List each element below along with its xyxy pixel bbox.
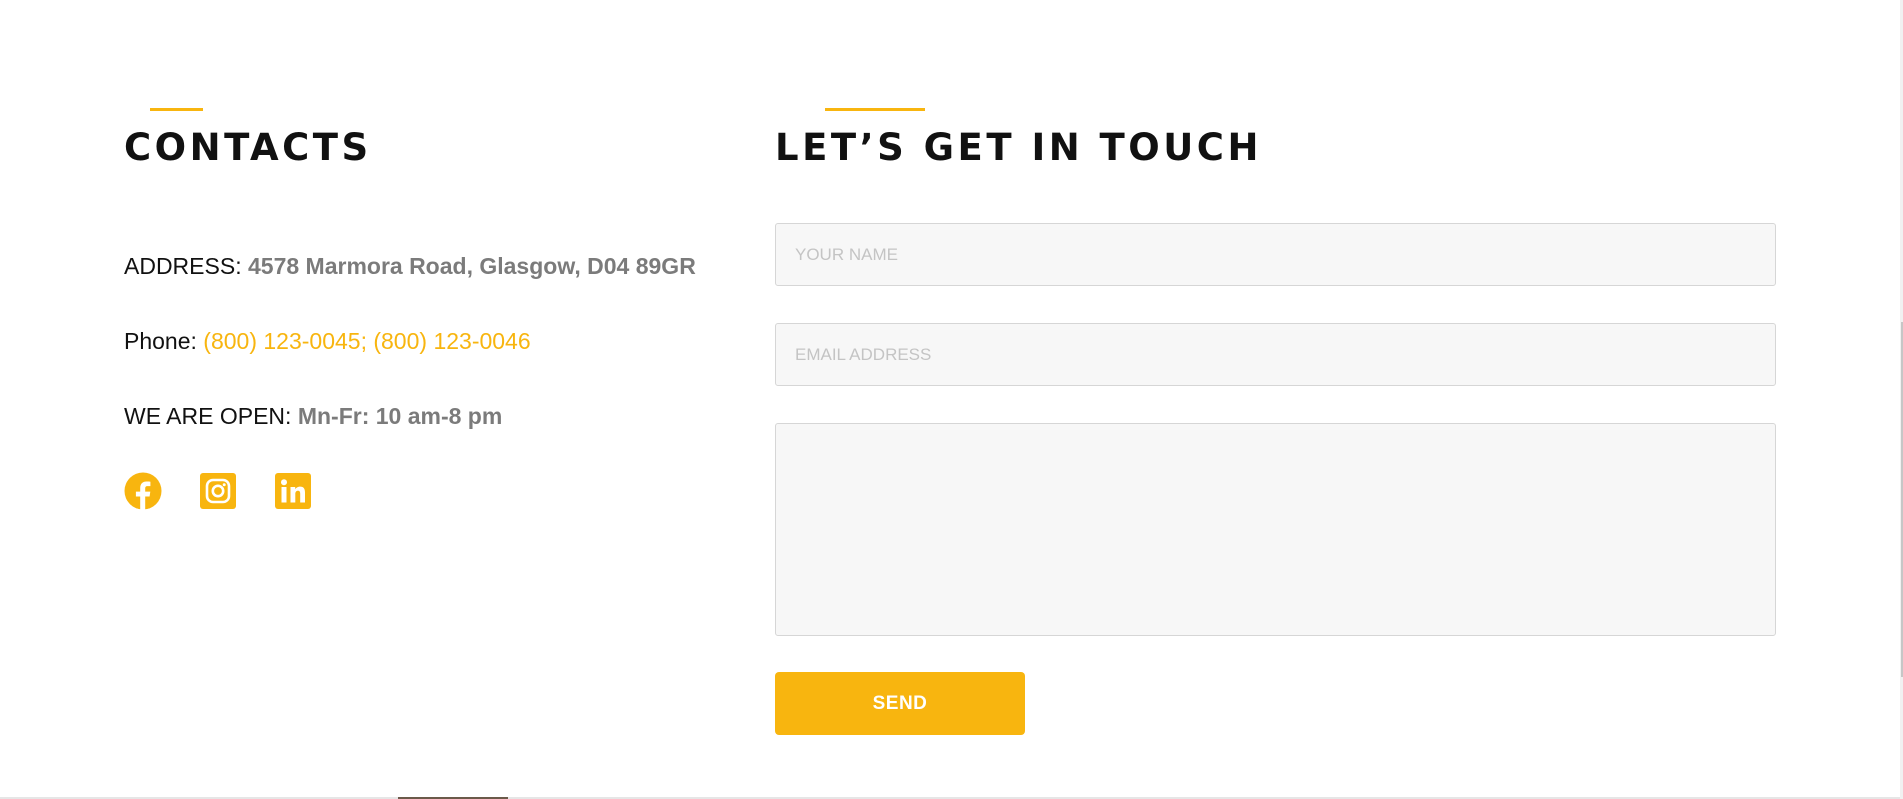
name-input[interactable] [775, 223, 1776, 286]
phone-value[interactable]: (800) 123-0045; (800) 123-0046 [203, 328, 530, 354]
hours-line: WE ARE OPEN: Mn-Fr: 10 am-8 pm [124, 402, 502, 430]
linkedin-icon[interactable] [274, 472, 312, 510]
contacts-accent-line [150, 108, 203, 111]
address-label: ADDRESS: [124, 253, 242, 279]
get-in-touch-section: LET’S GET IN TOUCH [775, 108, 1776, 169]
contacts-title: CONTACTS [124, 126, 372, 169]
touch-accent-line [825, 108, 925, 111]
phone-label: Phone: [124, 328, 197, 354]
send-button[interactable]: SEND [775, 672, 1025, 735]
email-input[interactable] [775, 323, 1776, 386]
hours-value: Mn-Fr: 10 am-8 pm [297, 403, 503, 429]
instagram-icon[interactable] [199, 472, 237, 510]
message-textarea[interactable] [775, 423, 1776, 636]
hours-label: WE ARE OPEN: [124, 403, 292, 429]
phone-line: Phone: (800) 123-0045; (800) 123-0046 [124, 327, 531, 355]
facebook-icon[interactable] [124, 472, 162, 510]
address-value: 4578 Marmora Road, Glasgow, D04 89GR [247, 253, 696, 279]
get-in-touch-title: LET’S GET IN TOUCH [775, 126, 1262, 169]
contacts-section: CONTACTS ADDRESS: 4578 Marmora Road, Gla… [124, 108, 696, 510]
address-line: ADDRESS: 4578 Marmora Road, Glasgow, D04… [124, 252, 696, 280]
